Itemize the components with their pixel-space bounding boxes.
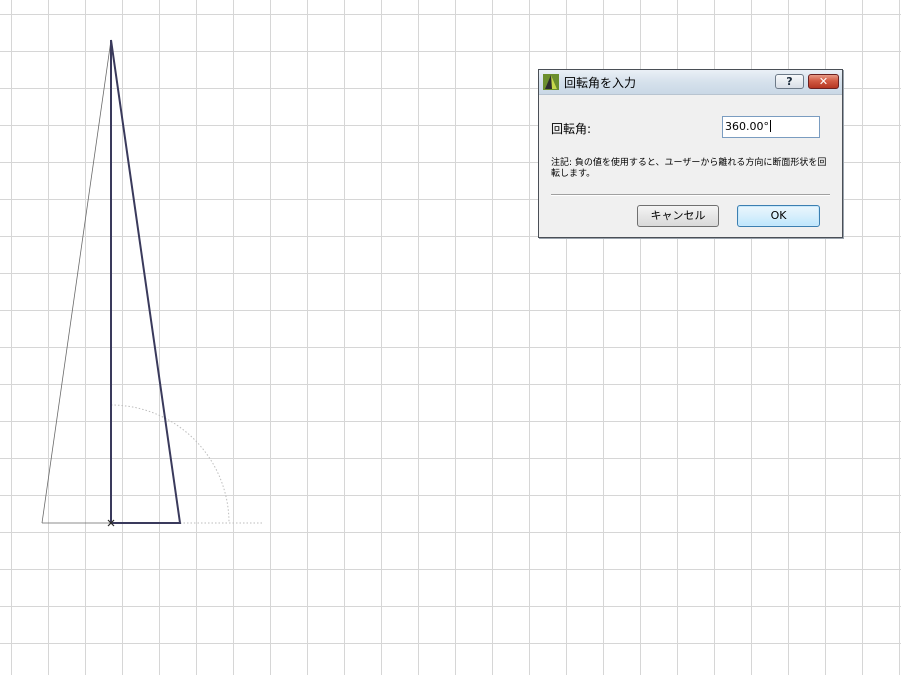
dialog-titlebar[interactable]: 回転角を入力 ? ✕ [539,70,842,95]
close-icon: ✕ [818,75,829,88]
ok-button[interactable]: OK [737,205,820,227]
text-caret [770,120,771,132]
angle-input[interactable]: 360.00° [722,116,820,138]
help-button[interactable]: ? [775,74,804,89]
rotation-angle-dialog: 回転角を入力 ? ✕ 回転角: 360.00° 注記: 負の値を使用すると、ユー… [538,69,843,238]
dialog-title: 回転角を入力 [564,76,637,90]
angle-input-value: 360.00° [725,120,769,133]
close-button[interactable]: ✕ [808,74,839,89]
section-profile[interactable] [110,39,182,524]
ghost-profile-outline [41,39,112,524]
archicad-app-icon [543,74,559,90]
angle-label: 回転角: [551,122,592,136]
dialog-separator [551,194,830,196]
cancel-button[interactable]: キャンセル [637,205,719,227]
note-text: 注記: 負の値を使用すると、ユーザーから離れる方向に断面形状を回転します。 [551,158,827,179]
help-icon: ? [786,75,793,88]
rotation-arc-guide [110,404,230,524]
